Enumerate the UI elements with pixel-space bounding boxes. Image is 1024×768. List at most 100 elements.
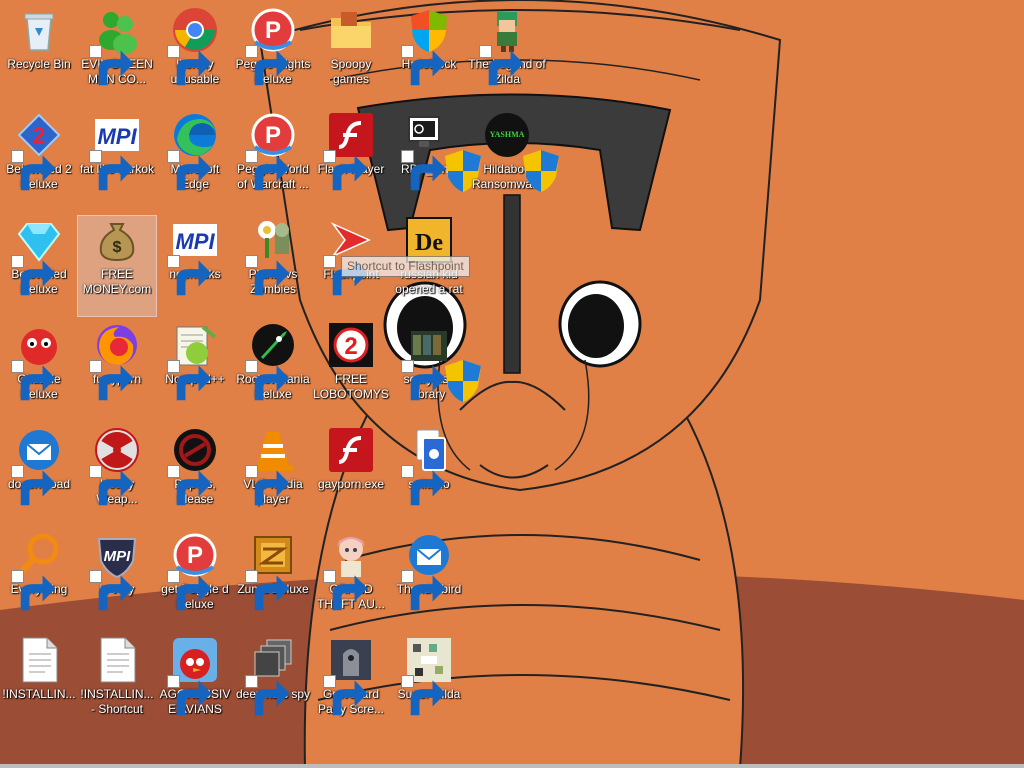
document-icon [93,636,141,684]
desktop-icon-vlc-media-player[interactable]: VLC media player [234,426,312,526]
taskbar-edge [0,764,1024,768]
desktop-icon-notepad[interactable]: Notepad++ [156,321,234,421]
notepad-icon [167,321,219,401]
desktop-icon-deez-nuts-spy[interactable]: deez nuts spy [234,636,312,736]
shortcut-arrow-icon [11,360,56,401]
desktop-icon-heavy-weap[interactable]: Heavy Weap... [78,426,156,526]
desktop-icon-free-lobotomys[interactable]: 2 FREE LOBOTOMYS [312,321,390,421]
thunderbird-icon [401,531,453,611]
desktop-icon-label: Spoopy games [330,57,372,86]
shortcut-arrow-icon [89,360,134,401]
papers-please-icon [167,426,219,506]
desktop-icon-label: FREE LOBOTOMYS [313,372,389,401]
desktop-icon-nephacks[interactable]: MPInephacks [156,216,234,316]
uac-shield-icon [517,147,559,192]
desktop-icon-flash-player[interactable]: Flash Player [312,111,390,211]
stack-icon [245,636,297,716]
shortcut-arrow-icon [401,570,446,611]
shortcut-arrow-icon [167,255,212,296]
desktop-icon-literally-unusable[interactable]: literally unusable [156,6,234,106]
desktop-icon-plants-vs-zombies[interactable]: Plants vs Zombies [234,216,312,316]
desktop-icon-installin-shortcut[interactable]: !INSTALLIN... - Shortcut [78,636,156,736]
shortcut-arrow-icon [167,675,212,716]
desktop-icon-bejeweled-2-deluxe[interactable]: 2Bejeweled 2 Deluxe [0,111,78,211]
desktop-icon-graveyard-party-scre[interactable]: Graveyard Party Scre... [312,636,390,736]
desktop-icon-is-very[interactable]: MPIis very [78,531,156,631]
desktop-icon-gayporn-exe[interactable]: gayporn.exe [312,426,390,526]
shortcut-arrow-icon [245,570,290,611]
shortcut-arrow-icon [245,360,290,401]
flash-icon [327,426,375,474]
desktop-icon-thunderbird[interactable]: Thunderbird [390,531,468,631]
shortcut-arrow-icon [479,45,524,86]
rdp-icon [401,111,481,192]
desktop-icon-bejeweled-deluxe[interactable]: Bejeweled Deluxe [0,216,78,316]
shortcut-arrow-icon [323,570,368,611]
desktop-icon-get-peggle-d-deluxe[interactable]: Pget Peggle d Deluxe [156,531,234,631]
shortcut-arrow-icon [167,150,212,191]
desktop-icon-peggle-world-of-warcraft[interactable]: PPeggle World of Warcraft ... [234,111,312,211]
zuma-icon [245,531,297,611]
desktop-icon-everything[interactable]: Everything [0,531,78,631]
library-icon [401,321,481,402]
svg-text:P: P [187,542,203,569]
shortcut-arrow-icon [89,45,134,86]
desktop-icon-super-hilda[interactable]: Super Hilda [390,636,468,736]
uac-shield-icon [439,357,481,402]
shortcut-arrow-icon [323,150,368,191]
folder-icon [327,6,375,54]
shortcut-arrow-icon [11,255,56,296]
plants-icon [245,216,297,296]
shortcut-arrow-icon [89,150,134,191]
desktop-icon-chuzzle-deluxe[interactable]: Chuzzle Deluxe [0,321,78,421]
desktop-icon-label: gayporn.exe [317,477,385,491]
desktop-icon-spoopy-games[interactable]: Spoopy games [312,6,390,106]
desktop-icon-aggressive-avians[interactable]: AGGRESSIVE AVIANS [156,636,234,736]
firefox-icon [89,321,141,401]
shortcut-arrow-icon [89,465,134,506]
desktop-icon-evil-green-men-co[interactable]: EVIL GREEN MEN CO... [78,6,156,106]
desktop-icon-fat-like-darkok[interactable]: MPIfat like darkok [78,111,156,211]
svg-text:$: $ [113,239,122,256]
thunderbird-icon [11,426,63,506]
desktop-icon-hildaboo-ransomwa[interactable]: YASHMA Hildaboo Ransomwa... [468,111,559,211]
svg-text:MPI: MPI [104,548,132,565]
desktop: Recycle Bin EVIL GREEN MEN CO...literally… [0,0,1024,768]
desktop-icon-recycle-bin[interactable]: Recycle Bin [0,6,78,106]
shortcut-arrow-icon [89,570,134,611]
peggle-icon: P [245,111,297,191]
svg-text:YASHMA: YASHMA [490,130,525,139]
peggle-icon: P [167,531,219,611]
money-bag-icon: $ [93,216,141,264]
chuzzle-icon [11,321,63,401]
shield-icon [401,6,453,86]
desktop-icon-papers-please[interactable]: Papers, Please [156,426,234,526]
desktop-icon-grand-theft-au[interactable]: GRAND THEFT AU... [312,531,390,631]
shortcut-arrow-icon [11,465,56,506]
zilda-icon [479,6,531,86]
desktop-icon-zuma-deluxe[interactable]: Zuma Deluxe [234,531,312,631]
desktop-icon-peggle-nights-deluxe[interactable]: P Peggle Nights Deluxe [234,6,312,106]
desktop-icon-installin[interactable]: !INSTALLIN... [0,636,78,736]
desktop-icon-microsoft-edge[interactable]: Microsoft Edge [156,111,234,211]
desktop-icon-rocket-mania-deluxe[interactable]: Rocket Mania Deluxe [234,321,312,421]
svg-text:P: P [265,17,281,44]
solitaire-icon [401,426,453,506]
desktop-icon-solitario[interactable]: solitario [390,426,468,526]
desktop-icon-the-legend-of-zilda[interactable]: The Legend of Zilda [468,6,546,106]
yashma-icon: YASHMA [483,111,559,192]
shortcut-arrow-icon [11,150,56,191]
desktop-icon-label: !INSTALLIN... - Shortcut [80,687,154,716]
svg-text:MPI: MPI [97,124,137,149]
desktop-icon-hallodock[interactable]: HalloDock [390,6,468,106]
mpi-icon: MPI [89,111,141,191]
shortcut-arrow-icon [167,45,212,86]
desktop-icon-free-money-com[interactable]: $ FREE MONEY.com [77,215,157,317]
shortcut-arrow-icon [245,45,290,86]
desktop-icon-scary-ass-library[interactable]: scary ass library [390,321,481,421]
desktop-icon-doesnt-load[interactable]: doesnt load [0,426,78,526]
vlc-icon [245,426,297,506]
radiation-icon [89,426,141,506]
desktop-icon-furryporn[interactable]: furryporn [78,321,156,421]
desktop-icon-rdp-cnc[interactable]: RDP_CnC [390,111,481,211]
